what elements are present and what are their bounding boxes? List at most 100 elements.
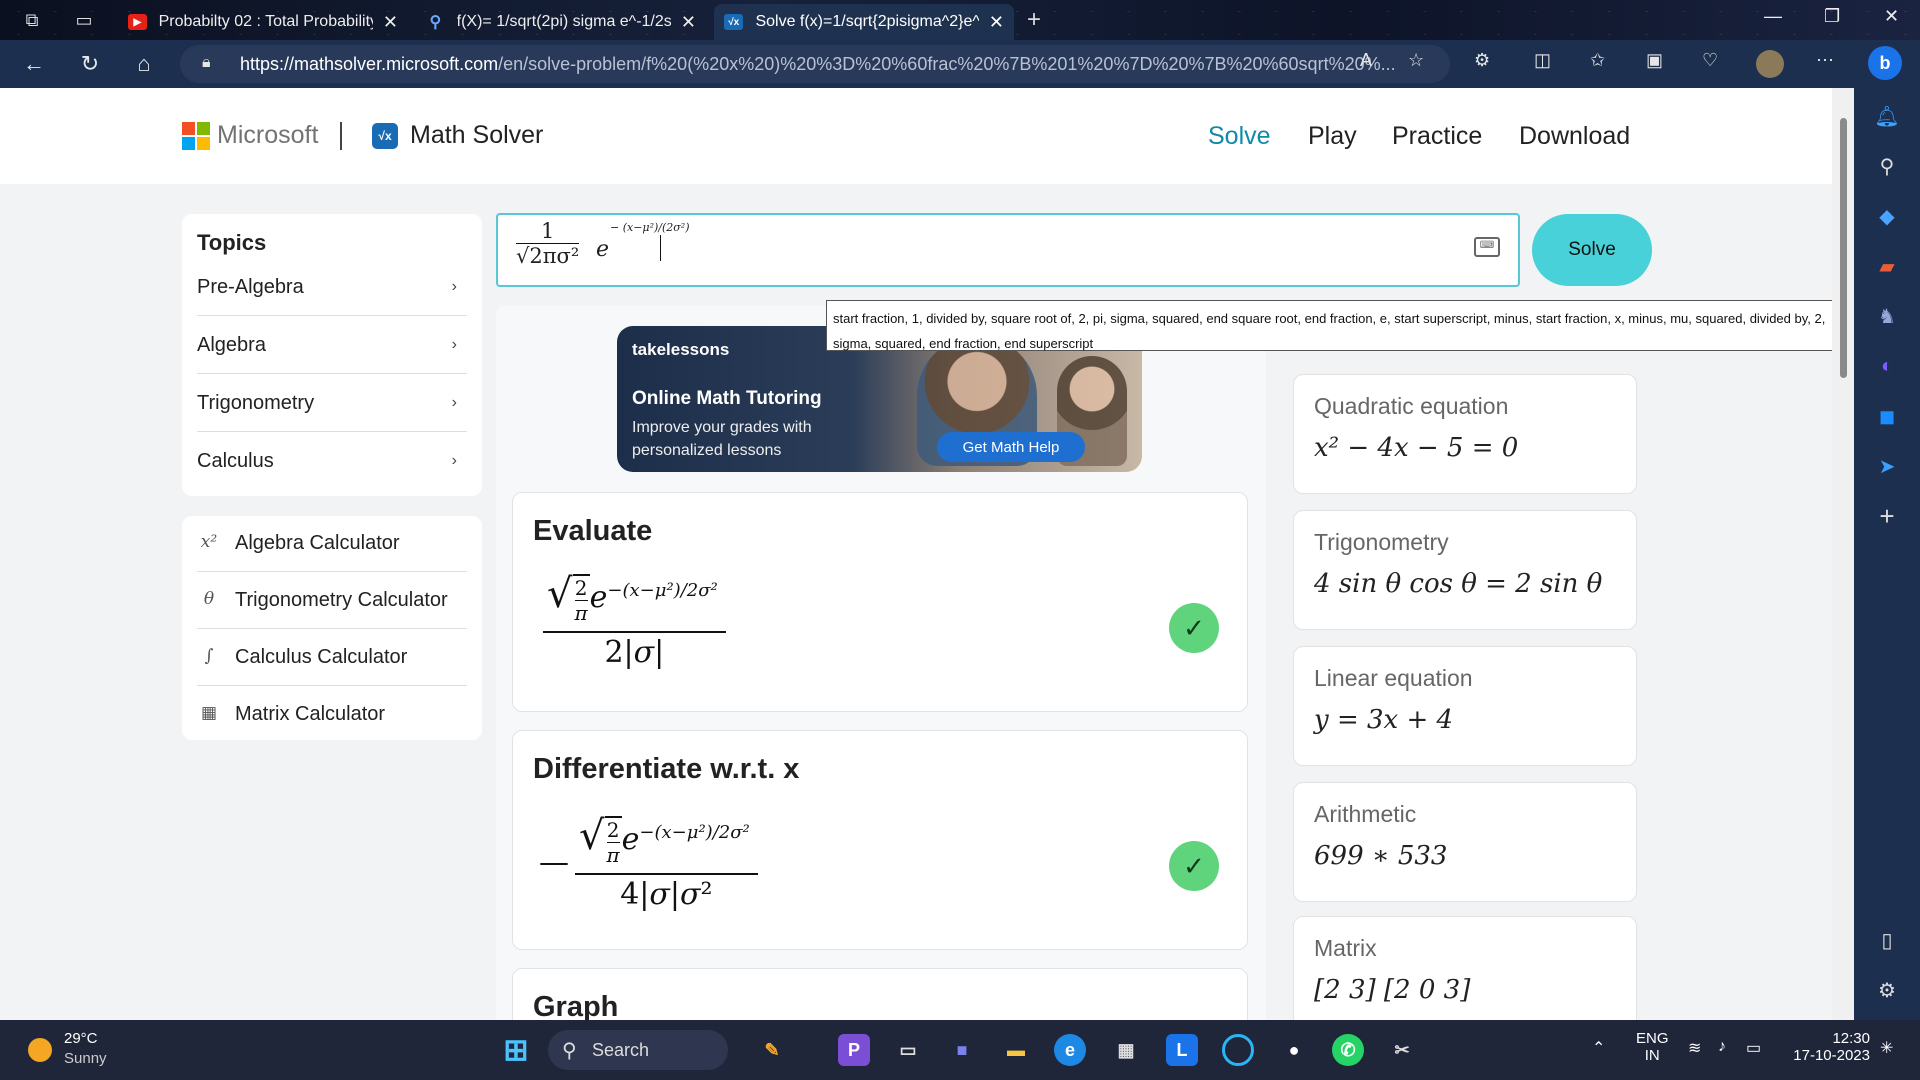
widget-icon[interactable]: ✎ [756,1034,788,1066]
show-hidden-icons[interactable]: ⌃ [1592,1038,1605,1058]
close-window-icon[interactable]: ✕ [1884,6,1899,27]
cortana-icon[interactable] [1222,1034,1254,1066]
brand-name[interactable]: Microsoft [217,121,318,150]
nav-solve[interactable]: Solve [1208,122,1271,151]
topic-trigonometry[interactable]: Trigonometry › [197,374,467,432]
microsoft-logo-icon[interactable] [182,122,210,150]
whatsapp-icon[interactable]: ✆ [1332,1034,1364,1066]
more-menu-icon[interactable]: ⋯ [1816,50,1834,71]
taskbar-search[interactable]: ⚲ Search [548,1030,728,1070]
task-view-icon[interactable]: ▭ [892,1034,924,1066]
tab-math-solver[interactable]: √x Solve f(x)=1/sqrt{2pisigma^2}e^ ✕ [714,4,1014,40]
graph-card[interactable]: Graph [512,968,1248,1020]
performance-icon[interactable]: ♡ [1702,50,1718,71]
weather-sun-icon[interactable] [28,1038,52,1062]
chevron-right-icon: › [451,394,457,411]
check-icon: ✓ [1169,603,1219,653]
close-tab-icon[interactable]: ✕ [989,12,1004,33]
add-sidebar-icon[interactable]: + [1873,501,1901,531]
algebra-calculator-link[interactable]: x² Algebra Calculator [197,516,467,572]
collections-icon[interactable]: ▣ [1646,50,1663,71]
language-indicator[interactable]: ENG IN [1636,1030,1669,1064]
calculus-calculator-link[interactable]: ∫ Calculus Calculator [197,630,467,686]
tab-actions-icon[interactable]: ▭ [72,8,96,32]
theta-icon: θ [203,589,215,609]
math-input-field[interactable]: 1 √2πσ² e − (x−μ²)/(2σ²) ⌨ [496,213,1520,287]
search-icon[interactable]: ⚲ [1873,152,1901,180]
example-arithmetic[interactable]: Arithmetic 699 ∗ 533 [1293,782,1637,902]
drop-icon[interactable]: ➤ [1873,452,1901,480]
notification-bell-icon[interactable]: 🔔︎ [1873,102,1901,130]
weather-temp[interactable]: 29°C [64,1030,98,1047]
snipping-tool-icon[interactable]: ✂ [1386,1034,1418,1066]
scrollbar-thumb[interactable] [1840,118,1847,378]
weather-desc[interactable]: Sunny [64,1050,107,1067]
nav-practice[interactable]: Practice [1392,122,1482,151]
hide-sidebar-icon[interactable]: ▯ [1873,926,1901,954]
minimize-icon[interactable]: — [1764,6,1782,27]
notification-icon[interactable]: ✳ [1880,1038,1893,1058]
github-icon[interactable]: ● [1278,1034,1310,1066]
split-screen-icon[interactable]: ◫ [1534,50,1551,71]
games-icon[interactable]: ♞ [1873,302,1901,330]
chevron-right-icon: › [451,452,457,469]
nav-play[interactable]: Play [1308,122,1357,151]
example-quadratic[interactable]: Quadratic equation x² − 4x − 5 = 0 [1293,374,1637,494]
store-icon[interactable]: ▦ [1110,1034,1142,1066]
office-icon[interactable]: ◐ [1873,352,1901,380]
nav-download[interactable]: Download [1519,122,1630,151]
differentiate-card[interactable]: Differentiate w.r.t. x — √ 2 π e−(x−μ²)/2σ²… [512,730,1248,950]
browser-tab-bar: ⧉ ▭ ▶ Probabilty 02 : Total Probability … [0,0,1920,40]
wifi-icon[interactable]: ≋ [1688,1038,1701,1058]
url-field[interactable]: 🔒︎ https://mathsolver.microsoft.com/en/s… [180,45,1450,83]
file-explorer-icon[interactable]: ▬ [1000,1034,1032,1066]
workspaces-icon[interactable]: ⧉ [20,8,44,32]
address-bar: ← ↻ ⌂ 🔒︎ https://mathsolver.microsoft.co… [0,40,1920,88]
solve-button[interactable]: Solve [1532,214,1652,286]
tab-youtube[interactable]: ▶ Probabilty 02 : Total Probability ✕ [118,4,408,40]
product-title[interactable]: Math Solver [410,121,543,150]
shopping-tag-icon[interactable]: ◆ [1873,202,1901,230]
evaluate-card[interactable]: Evaluate √ 2 π e−(x−μ²)/2σ² 2|σ| ✓ [512,492,1248,712]
ad-brand: takelessons [632,340,730,359]
edge-browser-icon[interactable]: e [1054,1034,1086,1066]
profile-avatar[interactable] [1756,50,1784,78]
search-label: Search [592,1039,650,1060]
outlook-icon[interactable]: ◼ [1873,402,1901,430]
home-icon[interactable]: ⌂ [130,50,158,78]
topic-algebra[interactable]: Algebra › [197,316,467,374]
windows-start-icon[interactable]: ⊞ [500,1034,532,1067]
ad-cta-button[interactable]: Get Math Help [937,432,1085,462]
favorite-star-icon[interactable]: ☆ [1408,50,1424,71]
refresh-icon[interactable]: ↻ [76,50,104,78]
app-icon[interactable]: P [838,1034,870,1066]
trigonometry-calculator-link[interactable]: θ Trigonometry Calculator [197,573,467,629]
close-tab-icon[interactable]: ✕ [383,12,398,33]
keyboard-icon[interactable]: ⌨ [1474,237,1500,257]
example-linear[interactable]: Linear equation y = 3x + 4 [1293,646,1637,766]
settings-gear-icon[interactable]: ⚙ [1873,976,1901,1004]
tools-briefcase-icon[interactable]: ▰ [1873,252,1901,280]
topic-pre-algebra[interactable]: Pre-Algebra › [197,258,467,316]
topic-calculus[interactable]: Calculus › [197,432,467,490]
read-aloud-icon[interactable]: A [1360,50,1372,71]
example-trigonometry[interactable]: Trigonometry 4 sin θ cos θ = 2 sin θ [1293,510,1637,630]
favorites-icon[interactable]: ✩ [1590,50,1605,71]
example-equation: y = 3x + 4 [1314,705,1454,735]
extensions-icon[interactable]: ⚙ [1474,50,1490,71]
new-tab-icon[interactable]: + [1022,6,1046,33]
close-tab-icon[interactable]: ✕ [681,12,696,33]
matrix-calculator-link[interactable]: ▦ Matrix Calculator [197,687,467,743]
launcher-icon[interactable]: L [1166,1034,1198,1066]
tab-search[interactable]: ⚲ f(X)= 1/sqrt(2pi) sigma e^-1/2sig ✕ [416,4,706,40]
restore-icon[interactable]: ❐ [1824,6,1840,27]
battery-icon[interactable]: ▭ [1746,1038,1761,1058]
bing-copilot-icon[interactable]: b [1868,46,1902,80]
teams-icon[interactable]: ■ [946,1034,978,1066]
volume-icon[interactable]: ♪ [1718,1038,1726,1056]
edge-sidebar: 🔔︎ ⚲ ◆ ▰ ♞ ◐ ◼ ➤ + ▯ ⚙ [1854,88,1920,1020]
back-icon[interactable]: ← [20,50,48,78]
page-scrollbar[interactable] [1832,88,1854,1020]
clock[interactable]: 12:30 17-10-2023 [1784,1030,1870,1064]
example-matrix[interactable]: Matrix [2 3] [2 0 3] [1293,916,1637,1020]
